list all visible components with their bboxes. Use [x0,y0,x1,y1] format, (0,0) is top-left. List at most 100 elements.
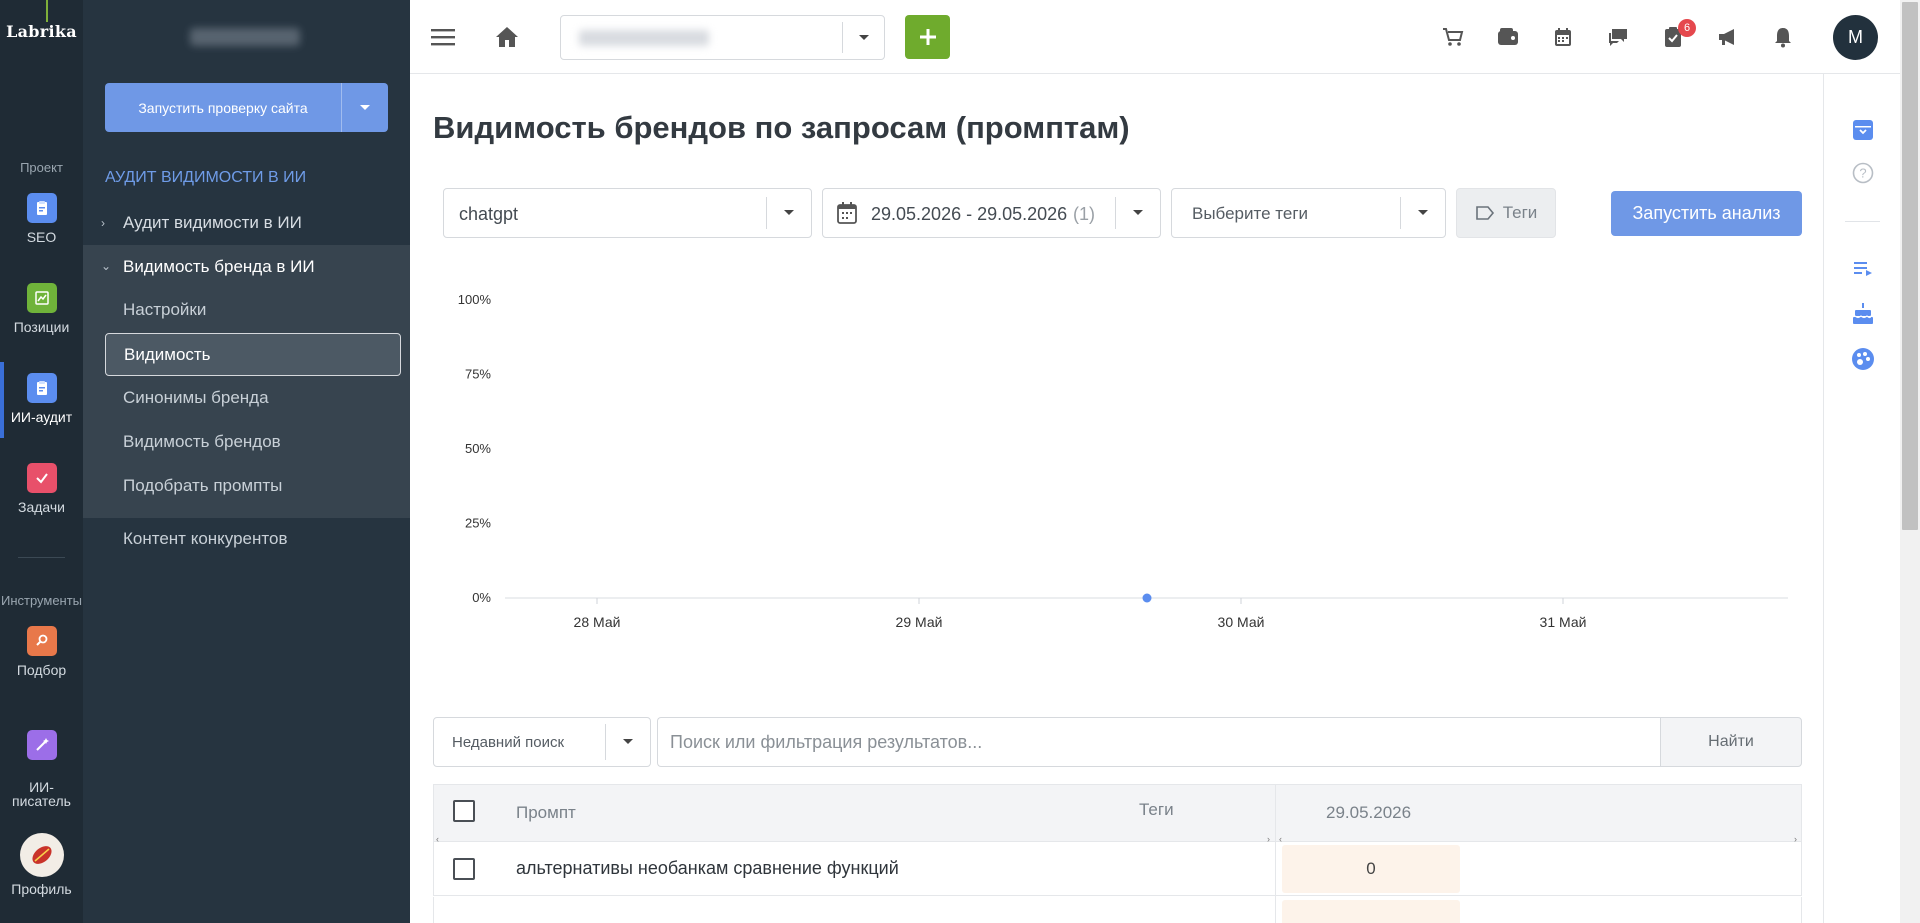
sidebar-subitem-label: Синонимы бренда [123,388,269,407]
rail-item-label: ИИ-аудит [10,409,73,425]
model-select[interactable]: chatgpt [443,188,812,238]
y-tick-label: 0% [472,590,491,605]
sidebar-item-competitor-content[interactable]: Контент конкурентов [105,518,401,561]
find-button[interactable]: Найти [1660,717,1802,767]
scroll-left-icon[interactable]: ‹ [1279,834,1282,844]
recent-search-select[interactable]: Недавний поиск [433,717,651,767]
chat-icon[interactable] [1603,22,1633,52]
column-header-date[interactable]: 29.05.2026 [1326,803,1411,823]
rail-item-keyword-picker[interactable]: Подбор [0,626,83,678]
sidebar-subitem-label: Подобрать промпты [123,476,283,495]
table-row[interactable]: альтернативы необанкам сравнение функций… [433,842,1802,896]
tags-button-label: Теги [1502,203,1538,222]
x-tick-label: 28 Май [574,614,621,630]
right-rail: ? [1823,74,1900,923]
chevron-down-icon[interactable] [1401,189,1445,237]
page-title: Видимость брендов по запросам (промптам) [433,110,1130,145]
right-rail-divider [1845,221,1880,222]
home-icon[interactable] [492,22,522,52]
recent-search-label: Недавний поиск [452,734,565,751]
visibility-line-chart: 100% 75% 50% 25% 0% 28 Май 29 Май 30 Май 31 Май [458,292,1788,630]
archive-icon[interactable] [1848,115,1878,145]
tags-select[interactable]: Выберите теги [1171,188,1446,238]
rail-item-positions[interactable]: Позиции [0,283,83,335]
rail-item-ai-audit[interactable]: ИИ-аудит [0,373,83,425]
calendar-icon[interactable] [1548,22,1578,52]
date-range-value: 29.05.2026 - 29.05.2026 [871,204,1068,224]
sidebar-subitem-settings[interactable]: Настройки [105,289,401,332]
sidebar-subitem-brands-visibility[interactable]: Видимость брендов [105,421,401,464]
wallet-icon[interactable] [1493,22,1523,52]
project-selector[interactable] [560,15,885,60]
sidebar-subitem-brand-synonyms[interactable]: Синонимы бренда [105,377,401,420]
sidebar-item-brand-visibility[interactable]: ⌄ Видимость бренда в ИИ [83,257,410,279]
x-tick-label: 31 Май [1540,614,1587,630]
clipboard-icon [26,373,57,403]
sidebar-subitem-label: Видимость брендов [123,432,281,451]
y-tick-label: 75% [465,367,491,382]
rail-item-label: SEO [26,229,57,245]
profile-avatar-icon [19,833,64,877]
project-name-blurred[interactable] [190,28,300,46]
help-circle-icon[interactable]: ? [1848,158,1878,188]
table-row-partial [433,897,1802,923]
section-tools-label: Инструменты [0,593,83,608]
rail-item-label: Задачи [17,499,65,515]
left-rail: Labrika Проект SEO Позиции ИИ-аудит Зада… [0,0,83,923]
logo[interactable]: Labrika [0,22,83,41]
sidebar-group-title: АУДИТ ВИДИМОСТИ В ИИ [105,169,307,186]
results-search-input[interactable] [657,717,1661,767]
checkmark-icon [26,463,57,493]
plus-icon [919,29,936,45]
bell-icon[interactable] [1768,22,1798,52]
chevron-down-icon[interactable] [606,718,650,766]
rail-item-tasks[interactable]: Задачи [0,463,83,515]
chevron-down-icon[interactable] [342,83,388,132]
sidebar: Запустить проверку сайта АУДИТ ВИДИМОСТИ… [83,0,410,923]
column-header-tags[interactable]: Теги [1139,800,1174,820]
rail-item-label: Позиции [13,319,70,335]
date-range-select[interactable]: 29.05.2026 - 29.05.2026 (1) [822,188,1161,238]
palette-icon[interactable] [1848,344,1878,374]
scroll-right-icon[interactable]: › [1267,834,1270,844]
row-prompt-text: альтернативы необанкам сравнение функций [516,858,899,878]
sidebar-item-label: Контент конкурентов [123,529,288,548]
sidebar-subitem-pick-prompts[interactable]: Подобрать промпты [105,465,401,508]
cart-icon[interactable] [1438,22,1468,52]
run-site-check-label[interactable]: Запустить проверку сайта [105,83,342,132]
rail-item-profile[interactable]: Профиль [0,833,83,897]
scroll-right-icon[interactable]: › [1794,834,1797,844]
sidebar-subitem-label: Видимость [124,345,211,364]
select-all-checkbox[interactable] [453,800,475,822]
row-checkbox[interactable] [453,858,475,880]
page-scrollbar[interactable] [1900,0,1920,923]
run-analysis-button[interactable]: Запустить анализ [1611,191,1802,236]
rail-item-seo[interactable]: SEO [0,193,83,245]
chevron-down-icon[interactable] [767,189,811,237]
y-tick-label: 50% [465,441,491,456]
rail-item-label: ИИ- писатель [12,779,71,809]
chevron-down-icon[interactable] [1116,189,1160,237]
scrollbar-thumb[interactable] [1902,2,1918,530]
add-button[interactable] [905,15,950,59]
rail-item-ai-writer[interactable]: ИИ- писатель [0,716,83,808]
playlist-icon[interactable] [1848,254,1878,284]
sidebar-subitem-visibility[interactable]: Видимость [105,333,401,376]
tags-button[interactable]: Теги [1456,188,1556,238]
chevron-down-icon: ⌄ [101,259,112,273]
tags-select-placeholder: Выберите теги [1192,204,1309,223]
cake-icon[interactable] [1848,299,1878,329]
clipboard-icon [26,193,57,223]
column-header-prompt[interactable]: Промпт [516,803,576,823]
y-tick-label: 100% [458,292,492,307]
sidebar-item-ai-audit[interactable]: › Аудит видимости в ИИ [83,213,410,235]
x-tick-label: 29 Май [896,614,943,630]
megaphone-icon[interactable] [1713,22,1743,52]
scroll-left-icon[interactable]: ‹ [436,834,439,844]
svg-text:?: ? [1859,166,1866,181]
run-site-check-button[interactable]: Запустить проверку сайта [105,83,388,132]
hamburger-menu-icon[interactable] [428,22,458,52]
chevron-down-icon[interactable] [843,16,884,59]
user-avatar[interactable]: M [1833,15,1878,60]
section-project-label: Проект [20,160,63,175]
